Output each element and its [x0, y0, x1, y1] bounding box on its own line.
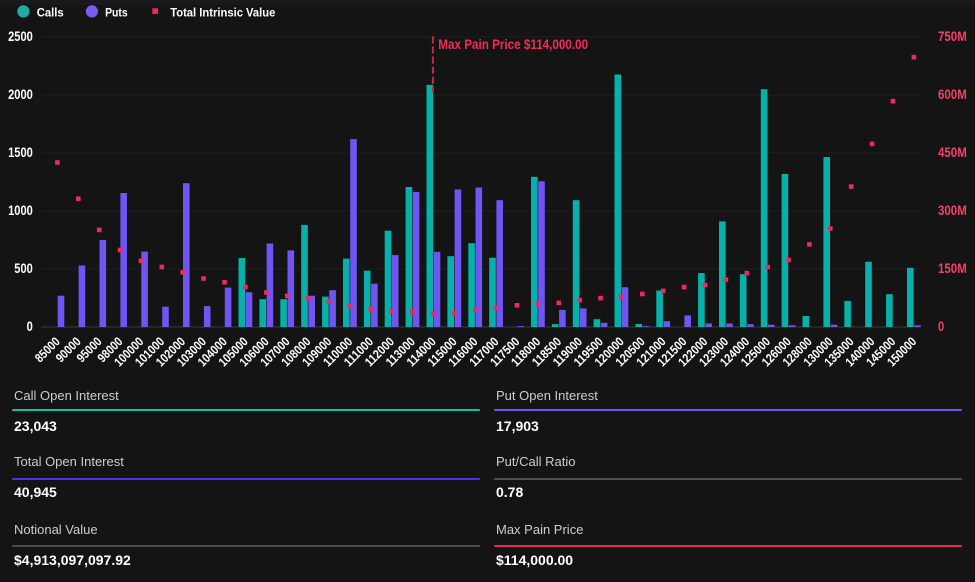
svg-text:450M: 450M	[938, 145, 967, 160]
svg-text:Puts: Puts	[105, 5, 128, 19]
svg-text:500: 500	[14, 261, 33, 276]
svg-text:0: 0	[27, 319, 33, 334]
svg-text:1000: 1000	[8, 203, 33, 218]
svg-text:1500: 1500	[8, 145, 33, 160]
svg-text:750M: 750M	[938, 29, 967, 44]
svg-text:2500: 2500	[8, 29, 33, 44]
svg-text:600M: 600M	[938, 87, 967, 102]
svg-text:300M: 300M	[938, 203, 967, 218]
svg-text:Max Pain Price $114,000.00: Max Pain Price $114,000.00	[438, 37, 588, 52]
svg-text:Calls: Calls	[37, 5, 64, 19]
svg-text:0: 0	[938, 319, 944, 334]
svg-text:Total Intrinsic Value: Total Intrinsic Value	[170, 5, 275, 19]
svg-text:2000: 2000	[8, 87, 33, 102]
svg-text:150M: 150M	[938, 261, 967, 276]
